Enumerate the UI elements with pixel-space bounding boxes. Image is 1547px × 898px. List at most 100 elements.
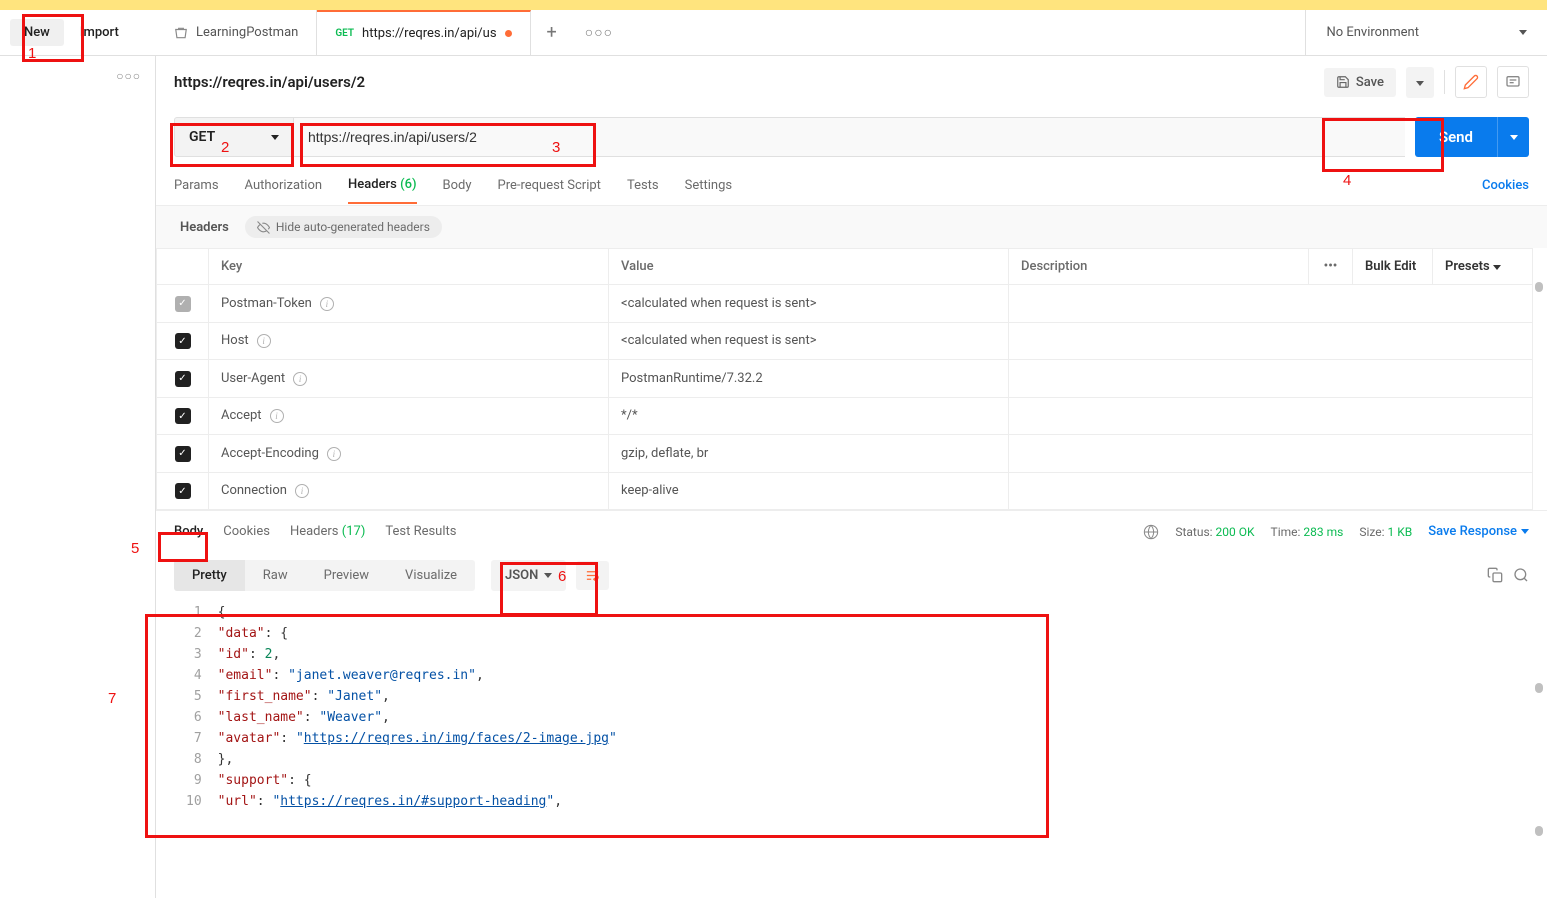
time-value: 283 ms <box>1303 525 1343 539</box>
tab-authorization[interactable]: Authorization <box>245 168 323 203</box>
view-visualize[interactable]: Visualize <box>387 560 475 591</box>
resp-tab-headers-label: Headers <box>290 524 339 539</box>
tab-method-badge: GET <box>335 28 354 39</box>
scrollbar-thumb[interactable] <box>1535 683 1543 693</box>
info-icon: i <box>320 297 334 311</box>
hide-auto-label: Hide auto-generated headers <box>276 220 430 234</box>
network-icon[interactable] <box>1143 524 1159 540</box>
header-key: Postman-Tokeni <box>209 285 609 323</box>
header-value: <calculated when request is sent> <box>609 285 1009 323</box>
table-row[interactable]: ✓ Postman-Tokeni <calculated when reques… <box>157 285 1533 323</box>
view-pretty[interactable]: Pretty <box>174 560 245 591</box>
new-button[interactable]: New <box>10 19 64 46</box>
presets-button[interactable]: Presets <box>1433 249 1533 285</box>
info-icon: i <box>257 334 271 348</box>
method-select[interactable]: GET <box>174 117 294 157</box>
scrollbar-thumb[interactable] <box>1535 282 1543 292</box>
url-input[interactable] <box>294 117 1405 157</box>
time-label: Time: <box>1271 525 1301 539</box>
tab-tests[interactable]: Tests <box>627 168 659 203</box>
save-split-button[interactable] <box>1406 67 1434 98</box>
header-value: keep-alive <box>609 472 1009 510</box>
tab-overflow-button[interactable]: ○○○ <box>573 10 625 55</box>
header-key: Accept-Encodingi <box>209 435 609 473</box>
th-description: Description <box>1009 249 1309 285</box>
unsaved-dot-icon <box>505 30 512 37</box>
response-body-code: 12345678910 { "data": { "id": 2, "email"… <box>156 598 1547 816</box>
size-value: 1 KB <box>1388 525 1413 539</box>
new-tab-button[interactable]: + <box>531 10 573 55</box>
resp-headers-count: (17) <box>342 524 366 539</box>
scrollbar-thumb[interactable] <box>1535 826 1543 836</box>
checkbox-icon[interactable]: ✓ <box>175 371 191 387</box>
chevron-down-icon <box>1519 30 1527 35</box>
checkbox-icon[interactable]: ✓ <box>175 296 191 312</box>
import-button[interactable]: Import <box>70 19 129 46</box>
environment-label: No Environment <box>1326 25 1419 40</box>
search-icon[interactable] <box>1513 567 1529 583</box>
header-value: gzip, deflate, br <box>609 435 1009 473</box>
tab-collection[interactable]: LearningPostman <box>156 10 317 55</box>
hide-auto-headers-button[interactable]: Hide auto-generated headers <box>245 216 442 238</box>
header-key: User-Agenti <box>209 360 609 398</box>
send-button[interactable]: Send <box>1415 117 1497 157</box>
table-row[interactable]: ✓ User-Agenti PostmanRuntime/7.32.2 <box>157 360 1533 398</box>
tab-headers-label: Headers <box>348 177 397 192</box>
checkbox-icon[interactable]: ✓ <box>175 446 191 462</box>
headers-label: Headers <box>180 220 229 235</box>
cookies-link[interactable]: Cookies <box>1482 178 1529 193</box>
tab-headers[interactable]: Headers (6) <box>348 167 416 204</box>
tab-collection-label: LearningPostman <box>196 25 298 40</box>
save-response-button[interactable]: Save Response <box>1428 524 1529 539</box>
header-value: <calculated when request is sent> <box>609 322 1009 360</box>
format-select[interactable]: JSON <box>491 560 566 591</box>
bulk-edit-button[interactable]: Bulk Edit <box>1353 249 1433 285</box>
status-label: Status: <box>1175 525 1212 539</box>
environment-select[interactable]: No Environment <box>1305 10 1547 55</box>
table-row[interactable]: ✓ Hosti <calculated when request is sent… <box>157 322 1533 360</box>
checkbox-icon[interactable]: ✓ <box>175 408 191 424</box>
edit-icon-button[interactable] <box>1455 66 1487 98</box>
tab-params[interactable]: Params <box>174 168 219 203</box>
comment-icon-button[interactable] <box>1497 66 1529 98</box>
table-row[interactable]: ✓ Connectioni keep-alive <box>157 472 1533 510</box>
view-raw[interactable]: Raw <box>245 560 306 591</box>
tab-settings[interactable]: Settings <box>685 168 732 203</box>
checkbox-icon[interactable]: ✓ <box>175 333 191 349</box>
comment-icon <box>1505 74 1521 90</box>
tab-prerequest[interactable]: Pre-request Script <box>498 168 601 203</box>
resp-tab-body[interactable]: Body <box>174 516 203 547</box>
copy-icon[interactable] <box>1487 567 1503 583</box>
info-icon: i <box>327 447 341 461</box>
checkbox-icon[interactable]: ✓ <box>175 483 191 499</box>
method-label: GET <box>189 129 215 145</box>
resp-tab-testresults[interactable]: Test Results <box>385 516 456 547</box>
resp-tab-headers[interactable]: Headers (17) <box>290 516 365 547</box>
th-key: Key <box>209 249 609 285</box>
tab-request[interactable]: GET https://reqres.in/api/us <box>317 10 530 55</box>
chevron-down-icon <box>271 135 279 140</box>
collection-icon <box>174 26 188 40</box>
chevron-down-icon <box>544 573 552 578</box>
size-label: Size: <box>1359 525 1384 539</box>
view-preview[interactable]: Preview <box>306 560 387 591</box>
tab-request-label: https://reqres.in/api/us <box>362 26 497 41</box>
header-value: */* <box>609 397 1009 435</box>
send-split-button[interactable] <box>1497 117 1529 157</box>
save-button[interactable]: Save <box>1324 68 1396 97</box>
info-icon: i <box>270 409 284 423</box>
info-icon: i <box>295 484 309 498</box>
save-label: Save <box>1356 75 1384 90</box>
tab-body[interactable]: Body <box>443 168 472 203</box>
table-row[interactable]: ✓ Accept-Encodingi gzip, deflate, br <box>157 435 1533 473</box>
status-value: 200 OK <box>1216 525 1255 539</box>
wrap-icon <box>585 568 600 583</box>
th-overflow[interactable]: ••• <box>1309 249 1353 285</box>
wrap-lines-button[interactable] <box>576 561 609 590</box>
resp-tab-cookies[interactable]: Cookies <box>223 516 270 547</box>
header-key: Connectioni <box>209 472 609 510</box>
headers-table: Key Value Description ••• Bulk Edit Pres… <box>156 248 1533 510</box>
table-row[interactable]: ✓ Accepti */* <box>157 397 1533 435</box>
sidebar-overflow-icon[interactable]: ○○○ <box>116 69 141 83</box>
header-value: PostmanRuntime/7.32.2 <box>609 360 1009 398</box>
